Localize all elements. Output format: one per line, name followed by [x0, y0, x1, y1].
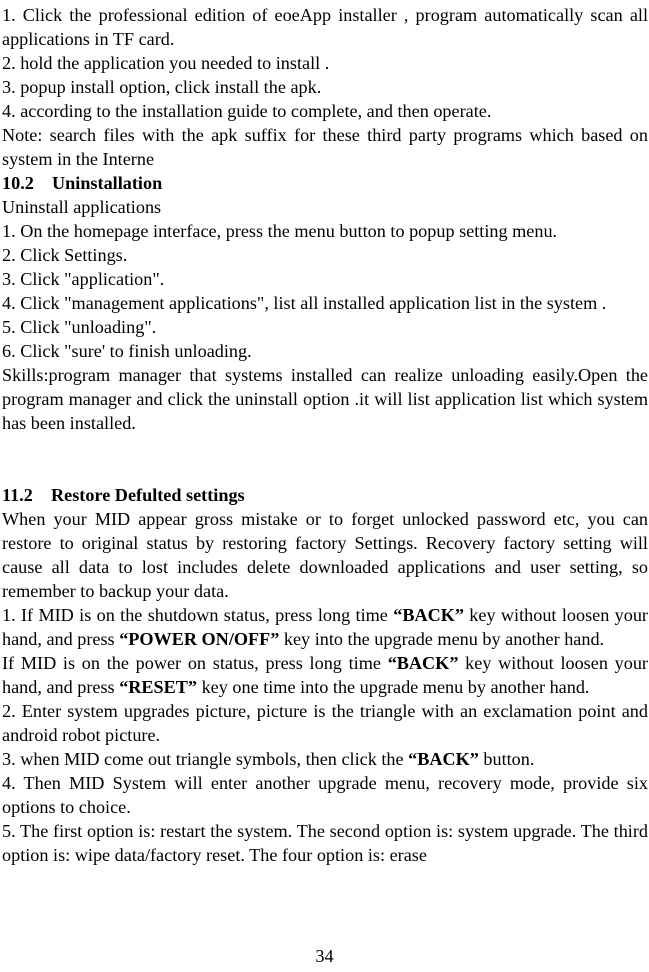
paragraph-install-note: Note: search files with the apk suffix f…	[2, 125, 648, 169]
paragraph-install-step-4: 4. according to the installation guide t…	[2, 101, 492, 121]
paragraph-restore-step-1: 1. If MID is on the shutdown status, pre…	[2, 603, 648, 651]
paragraph-restore-power-on: If MID is on the power on status, press …	[2, 651, 648, 699]
text-run: 3. when MID come out triangle symbols, t…	[2, 749, 409, 769]
text-run: button.	[478, 749, 535, 769]
paragraph-restore-step-4: 4. Then MID System will enter another up…	[2, 773, 648, 817]
section-gap-spacer-2	[2, 459, 648, 483]
paragraph-install-step-3: 3. popup install option, click install t…	[2, 77, 322, 97]
paragraph-uninstall-step-6: 6. Click "sure' to finish unloading.	[2, 341, 252, 361]
emphasis-key-label: “POWER ON/OFF”	[119, 629, 280, 649]
paragraph-restore-step-2: 2. Enter system upgrades picture, pictur…	[2, 701, 648, 745]
paragraph-restore-step-5: 5. The first option is: restart the syst…	[2, 821, 648, 865]
document-page: 1. Click the professional edition of eoe…	[0, 0, 649, 972]
text-run: 1. If MID is on the shutdown status, pre…	[2, 605, 394, 625]
paragraph-uninstall-step-3: 3. Click "application".	[2, 269, 165, 289]
text-run: key one time into the upgrade menu by an…	[197, 677, 590, 697]
paragraph-restore-intro: When your MID appear gross mistake or to…	[2, 509, 648, 601]
paragraph-restore-step-3: 3. when MID come out triangle symbols, t…	[2, 747, 648, 771]
emphasis-key-label: “BACK”	[393, 605, 464, 625]
page-content: 1. Click the professional edition of eoe…	[2, 3, 648, 867]
section-heading-10-2: 10.2 Uninstallation	[2, 173, 163, 193]
paragraph-uninstall-skills: Skills:program manager that systems inst…	[2, 365, 648, 433]
page-number: 34	[315, 946, 334, 966]
emphasis-key-label: “BACK”	[387, 653, 459, 673]
paragraph-uninstall-step-2: 2. Click Settings.	[2, 245, 128, 265]
paragraph-uninstall-step-1: 1. On the homepage interface, press the …	[2, 221, 558, 241]
section-gap-spacer-1	[2, 435, 648, 459]
paragraph-uninstall-intro: Uninstall applications	[2, 197, 162, 217]
emphasis-key-label: “BACK”	[408, 749, 479, 769]
text-run: If MID is on the power on status, press …	[2, 653, 388, 673]
paragraph-uninstall-step-4: 4. Click "management applications", list…	[2, 293, 607, 313]
text-run: key into the upgrade menu by another han…	[279, 629, 605, 649]
paragraph-uninstall-step-5: 5. Click "unloading".	[2, 317, 157, 337]
paragraph-install-step-1: 1. Click the professional edition of eoe…	[2, 5, 648, 49]
emphasis-key-label: “RESET”	[119, 677, 198, 697]
section-heading-11-2: 11.2 Restore Defulted settings	[2, 485, 245, 505]
paragraph-install-step-2: 2. hold the application you needed to in…	[2, 53, 330, 73]
